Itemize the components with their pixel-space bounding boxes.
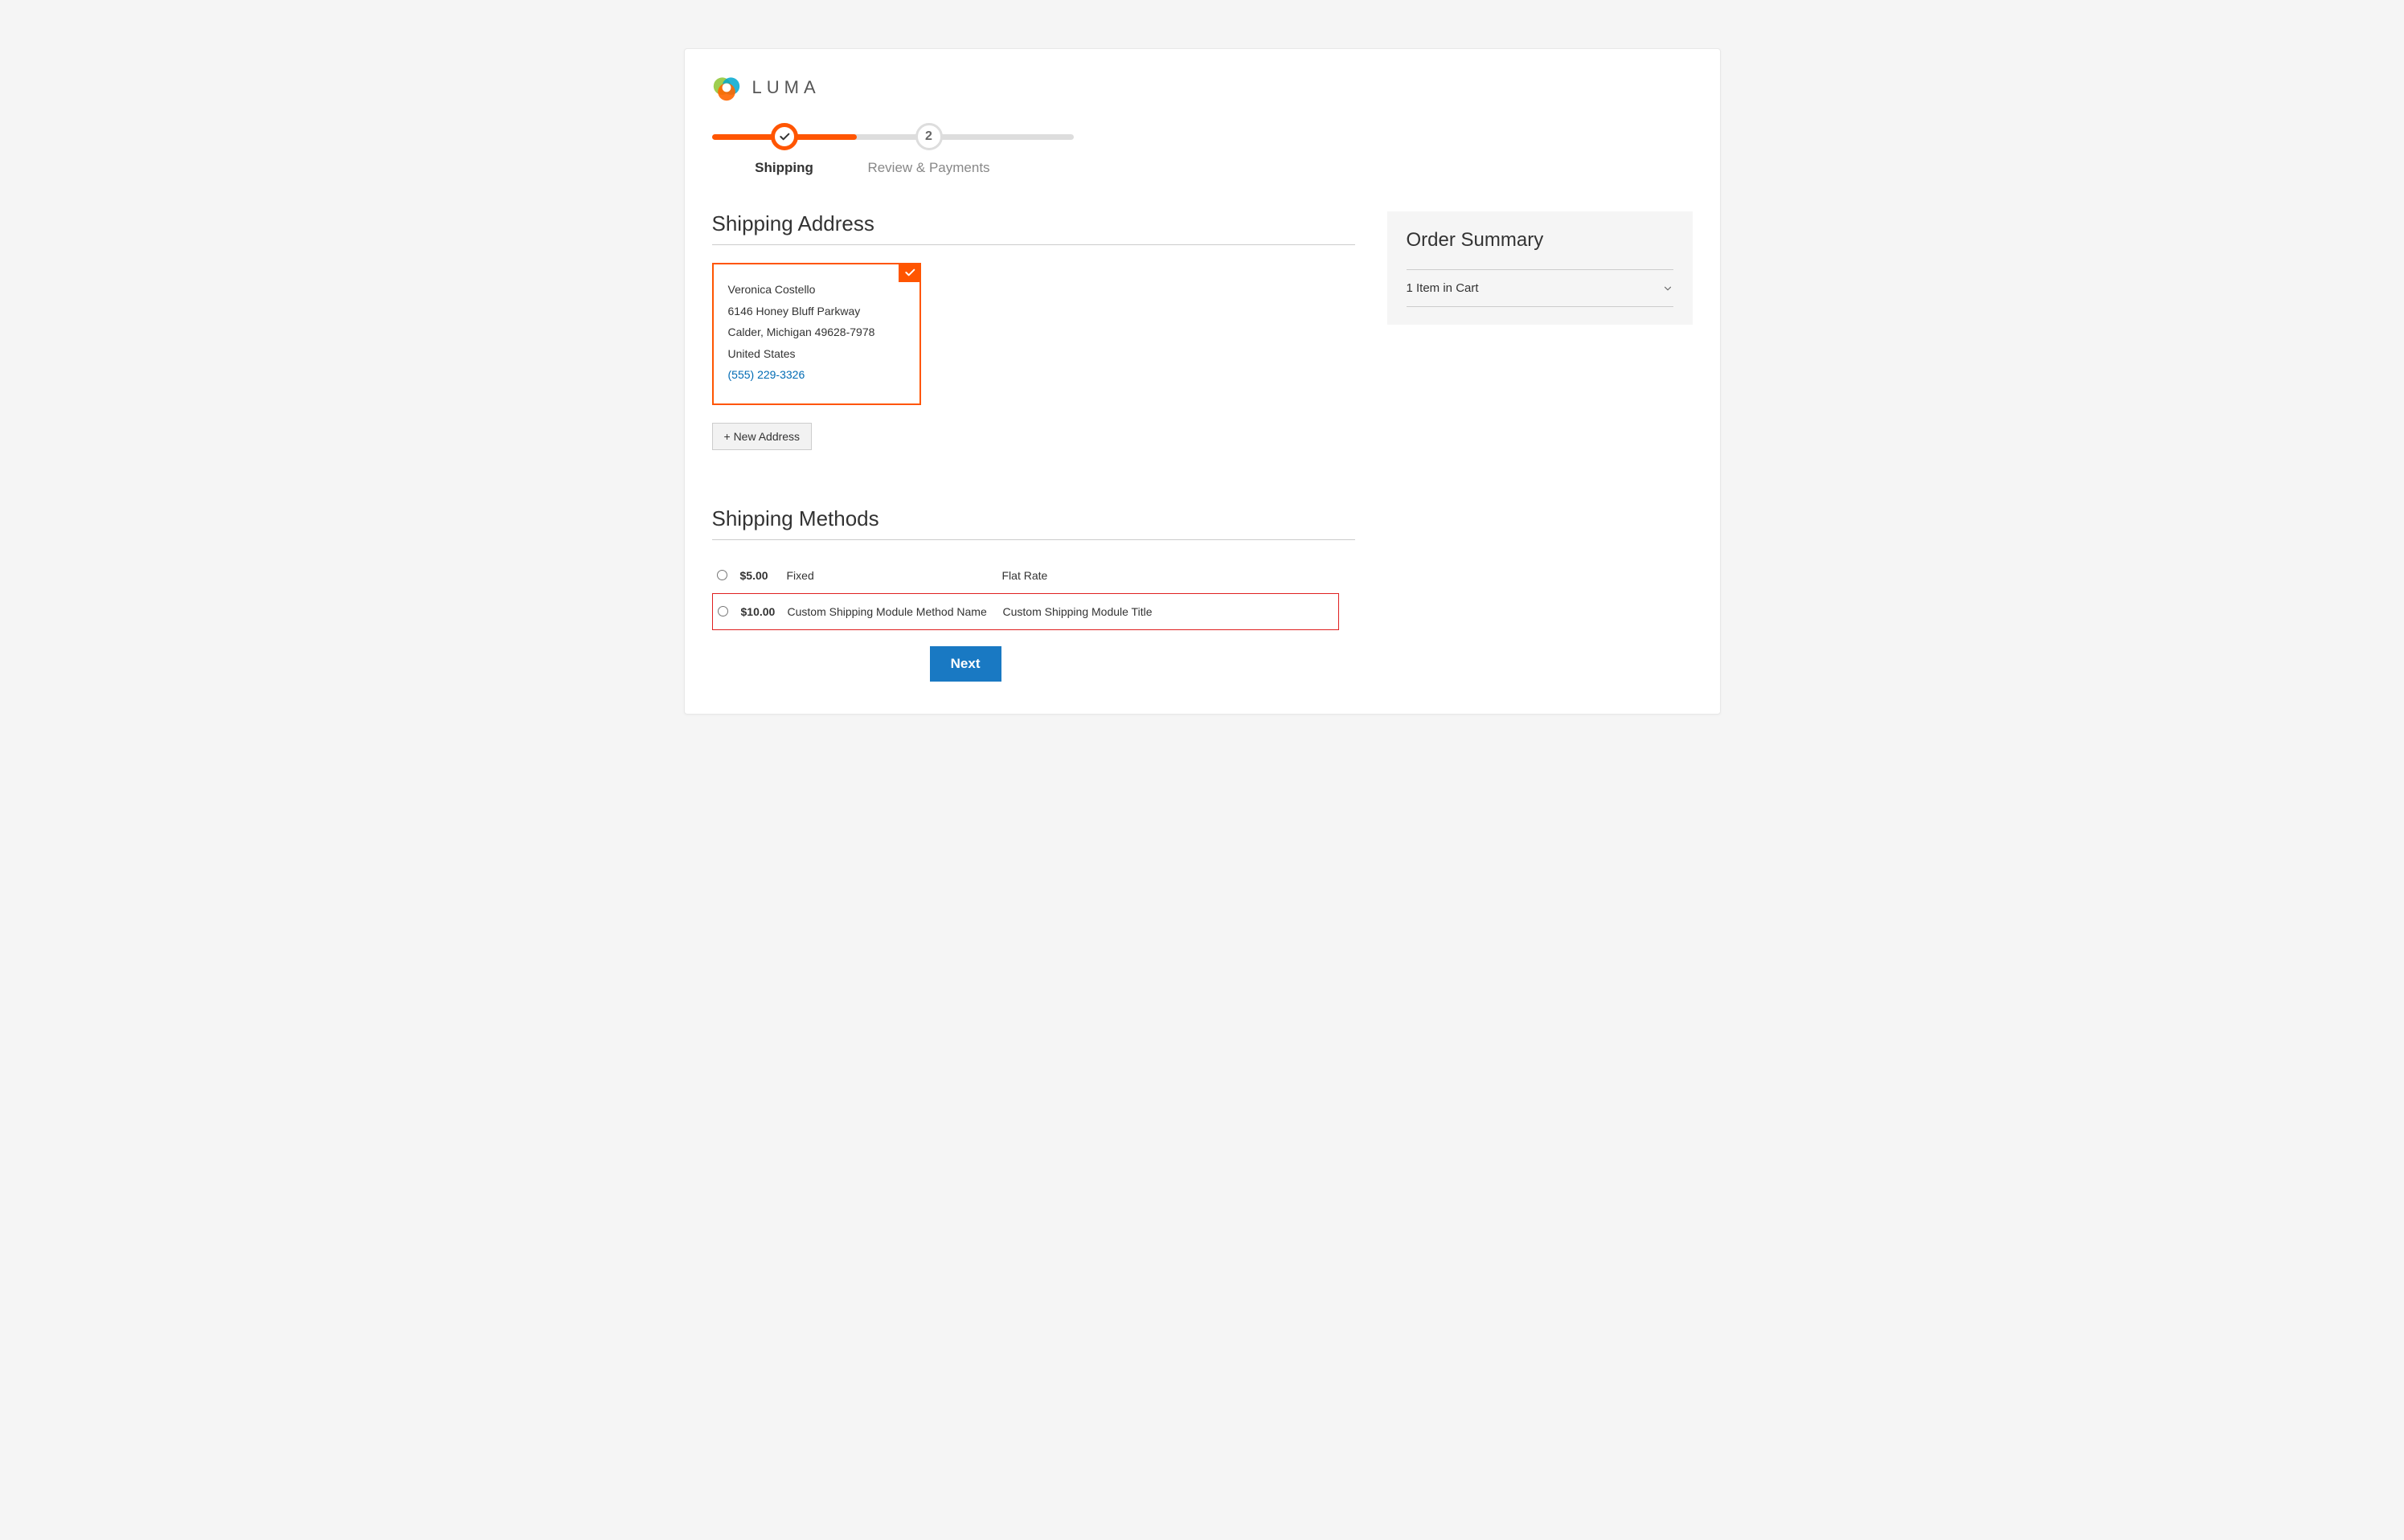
summary-items-label: 1 Item in Cart — [1407, 281, 1479, 295]
selected-badge — [899, 263, 921, 282]
next-button[interactable]: Next — [930, 646, 1001, 682]
shipping-method-price: $10.00 — [741, 605, 788, 618]
address-phone[interactable]: (555) 229-3326 — [728, 364, 905, 386]
address-country: United States — [728, 343, 905, 365]
step-review-circle: 2 — [915, 123, 943, 150]
step-shipping-label: Shipping — [755, 160, 813, 176]
address-name: Veronica Costello — [728, 279, 905, 301]
chevron-down-icon — [1662, 283, 1673, 294]
summary-items-toggle[interactable]: 1 Item in Cart — [1407, 269, 1673, 307]
new-address-button[interactable]: + New Address — [712, 423, 813, 450]
checkout-progress: Shipping 2 Review & Payments — [712, 123, 1693, 176]
selected-address-card[interactable]: Veronica Costello 6146 Honey Bluff Parkw… — [712, 263, 921, 405]
logo-text: LUMA — [752, 77, 821, 98]
check-icon — [903, 266, 916, 279]
shipping-method-radio[interactable] — [717, 570, 727, 580]
step-shipping: Shipping — [712, 123, 857, 176]
shipping-method-row[interactable]: $5.00 Fixed Flat Rate — [712, 558, 1339, 593]
shipping-methods-table: $5.00 Fixed Flat Rate $10.00 Custom Ship… — [712, 558, 1339, 630]
shipping-methods-title: Shipping Methods — [712, 506, 1355, 540]
shipping-method-row[interactable]: $10.00 Custom Shipping Module Method Nam… — [712, 593, 1339, 630]
shipping-method-radio[interactable] — [718, 606, 728, 616]
order-summary-title: Order Summary — [1407, 229, 1673, 252]
check-icon — [778, 130, 791, 143]
shipping-method-carrier: Custom Shipping Module Title — [1003, 605, 1153, 618]
step-review-label: Review & Payments — [867, 160, 989, 176]
shipping-method-name: Fixed — [787, 569, 1002, 582]
order-summary: Order Summary 1 Item in Cart — [1387, 211, 1693, 325]
luma-logo-icon — [712, 73, 741, 102]
logo: LUMA — [712, 73, 1693, 102]
shipping-method-name: Custom Shipping Module Method Name — [788, 605, 1003, 618]
shipping-address-title: Shipping Address — [712, 211, 1355, 245]
address-street: 6146 Honey Bluff Parkway — [728, 301, 905, 322]
address-city: Calder, Michigan 49628-7978 — [728, 322, 905, 343]
step-review: 2 Review & Payments — [857, 123, 1001, 176]
shipping-method-carrier: Flat Rate — [1002, 569, 1048, 582]
step-shipping-circle — [771, 123, 798, 150]
shipping-method-price: $5.00 — [740, 569, 787, 582]
checkout-card: LUMA Shipping 2 Review & Payments Shippi… — [684, 48, 1721, 715]
